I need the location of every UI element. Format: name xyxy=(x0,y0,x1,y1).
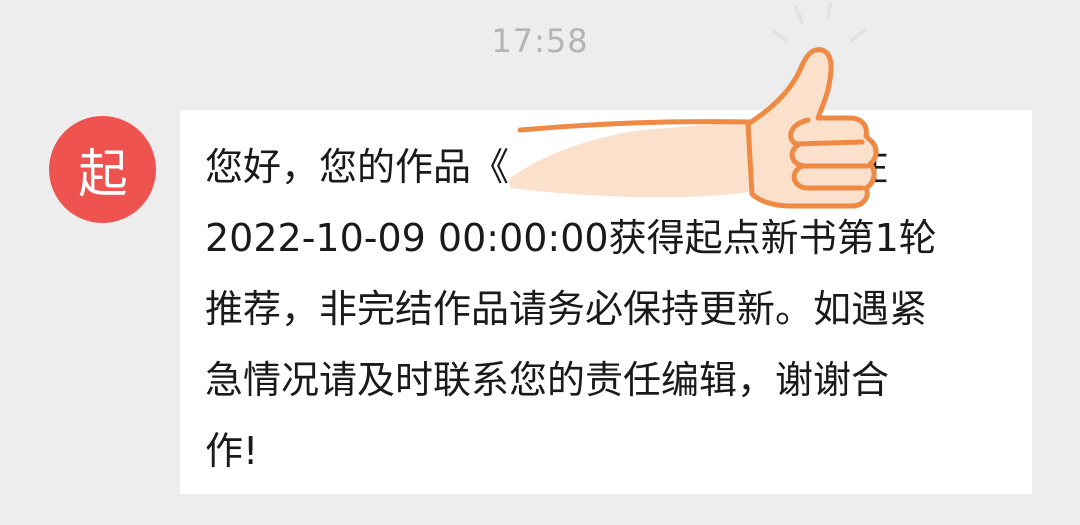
message-line: 急情况请及时联系您的责任编辑，谢谢合 xyxy=(205,358,890,402)
message-line: 作! xyxy=(205,429,259,473)
sender-avatar[interactable]: 起 xyxy=(49,116,156,223)
thumbs-up-icon xyxy=(510,2,879,209)
scrollbar[interactable] xyxy=(1072,60,1077,420)
qidian-logo-icon: 起 xyxy=(78,145,128,205)
message-line: 推荐，非完结作品请务必保持更新。如遇紧 xyxy=(205,287,928,331)
